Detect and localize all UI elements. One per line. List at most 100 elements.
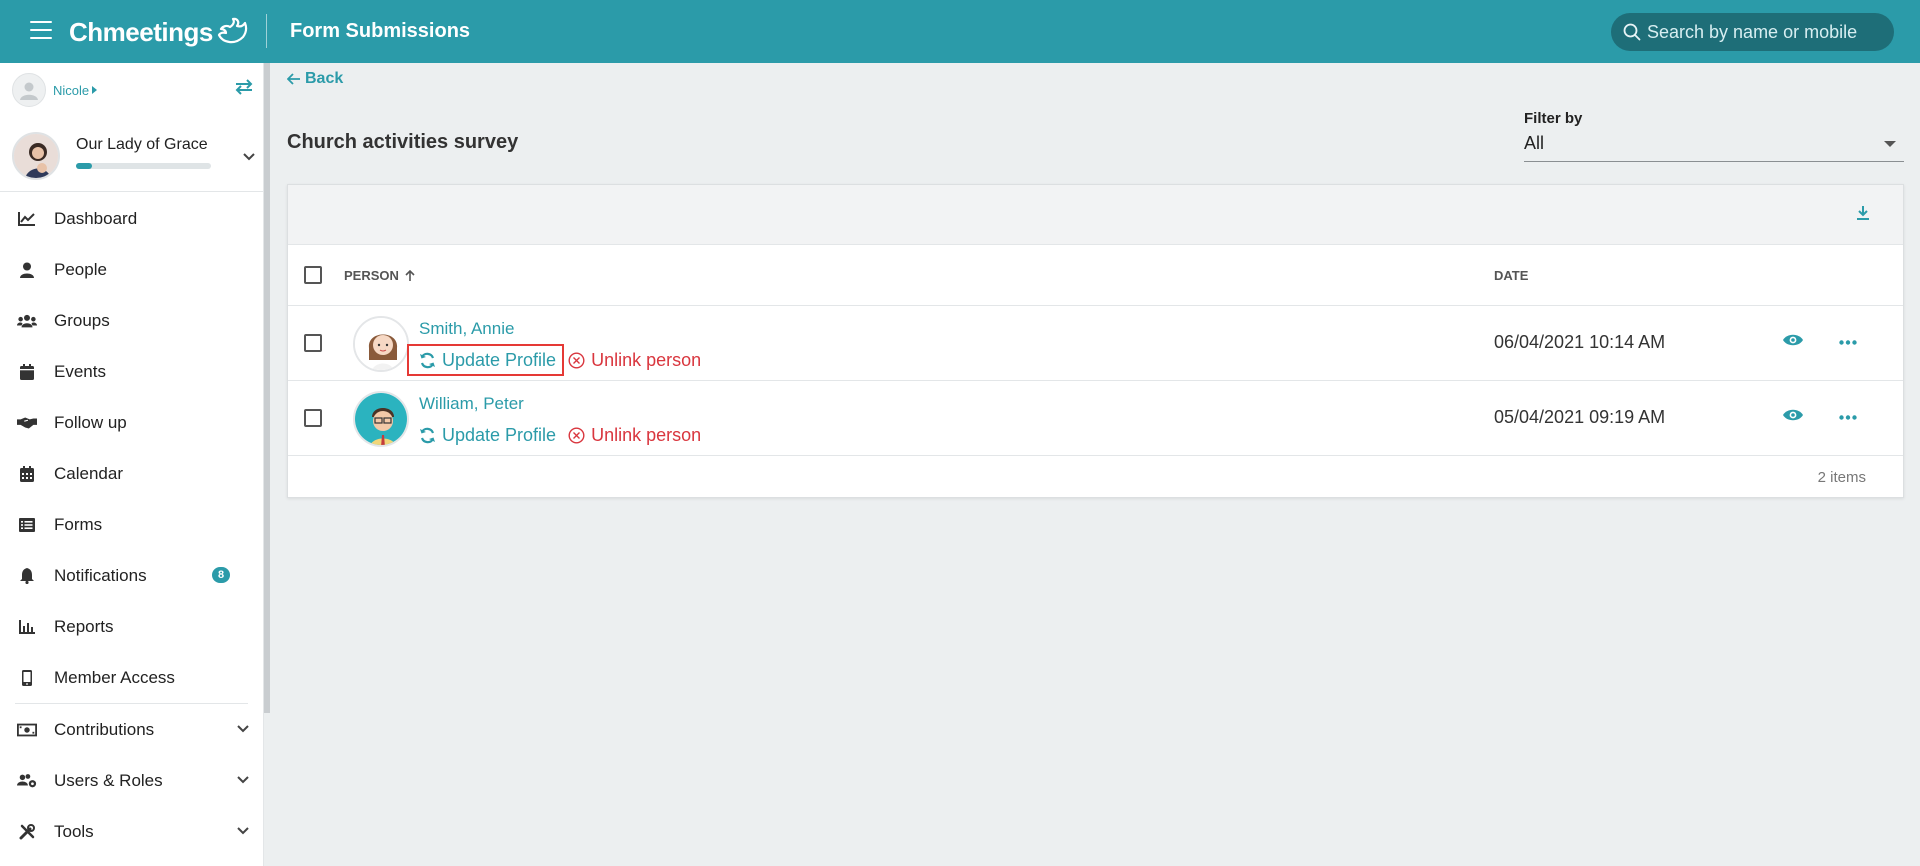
caret-down-icon xyxy=(1884,141,1896,147)
sidebar-item-label: Dashboard xyxy=(54,208,138,228)
swap-arrows-icon[interactable] xyxy=(234,79,254,95)
tools-icon xyxy=(17,822,37,842)
search-box[interactable] xyxy=(1611,13,1894,51)
sidebar-item-follow-up[interactable]: Follow up xyxy=(0,397,264,448)
user-name[interactable]: Nicole xyxy=(53,83,89,98)
handshake-icon xyxy=(17,413,37,433)
chevron-down-icon xyxy=(237,827,249,835)
select-all-checkbox[interactable] xyxy=(304,266,322,284)
back-label: Back xyxy=(305,70,344,87)
chevron-down-icon xyxy=(237,725,249,733)
sidebar-item-label: Groups xyxy=(54,310,110,330)
sidebar-item-forms[interactable]: Forms xyxy=(0,499,264,550)
table-row: Smith, Annie Update Profile Unlink perso… xyxy=(288,306,1903,381)
person-header-label: PERSON xyxy=(344,268,399,283)
users-icon xyxy=(17,311,37,331)
bell-icon xyxy=(17,566,37,586)
download-icon[interactable] xyxy=(1856,205,1870,221)
sidebar-item-label: Reports xyxy=(54,616,114,636)
unlink-person-button[interactable]: Unlink person xyxy=(568,425,701,446)
row-checkbox[interactable] xyxy=(304,334,322,352)
avatar[interactable] xyxy=(353,391,409,447)
sidebar-item-tools[interactable]: Tools xyxy=(0,806,264,857)
users-cog-icon xyxy=(17,771,37,791)
table-row: William, Peter Update Profile Unlink per… xyxy=(288,381,1903,456)
row-checkbox[interactable] xyxy=(304,409,322,427)
brand-logo[interactable]: Chmeetings xyxy=(69,12,249,52)
column-header-date[interactable]: DATE xyxy=(1494,268,1528,283)
sidebar-menu: Dashboard People Groups Events Follow up… xyxy=(0,193,264,857)
sidebar-item-reports[interactable]: Reports xyxy=(0,601,264,652)
filter-value: All xyxy=(1524,133,1545,153)
sidebar-item-label: Contributions xyxy=(54,719,155,739)
sidebar-item-people[interactable]: People xyxy=(0,244,264,295)
refresh-icon xyxy=(420,352,435,368)
church-selector[interactable]: Our Lady of Grace xyxy=(12,132,260,180)
chevron-down-icon[interactable] xyxy=(242,152,256,162)
submissions-table: PERSON DATE Smith, Annie Update Profile … xyxy=(287,184,1904,498)
sidebar-item-label: Users & Roles xyxy=(54,770,163,790)
close-circle-icon xyxy=(568,426,585,444)
update-profile-button[interactable]: Update Profile xyxy=(406,344,565,376)
user-switcher[interactable]: Nicole xyxy=(12,73,98,107)
unlink-person-button[interactable]: Unlink person xyxy=(568,350,701,371)
sidebar-item-events[interactable]: Events xyxy=(0,346,264,397)
person-name-link[interactable]: William, Peter xyxy=(419,394,524,414)
filter-label: Filter by xyxy=(1524,110,1583,127)
church-progress-bar xyxy=(76,163,211,169)
update-profile-label: Update Profile xyxy=(442,349,557,370)
unlink-person-label: Unlink person xyxy=(591,349,702,370)
church-name: Our Lady of Grace xyxy=(76,136,208,153)
submission-date: 05/04/2021 09:19 AM xyxy=(1494,407,1666,427)
back-link[interactable]: Back xyxy=(287,70,343,88)
sidebar-item-label: Forms xyxy=(54,514,103,534)
person-name-link[interactable]: Smith, Annie xyxy=(419,319,514,339)
close-circle-icon xyxy=(568,351,585,369)
church-progress-fill xyxy=(76,163,93,169)
mobile-icon xyxy=(17,668,37,688)
sidebar-item-label: Calendar xyxy=(54,463,123,483)
user-avatar-icon xyxy=(12,73,46,107)
table-toolbar xyxy=(288,185,1903,245)
chart-line-icon xyxy=(17,209,37,229)
notifications-badge: 8 xyxy=(212,567,231,583)
eye-icon[interactable] xyxy=(1782,333,1804,347)
sidebar-item-dashboard[interactable]: Dashboard xyxy=(0,193,264,244)
sidebar-item-notifications[interactable]: Notifications 8 xyxy=(0,550,264,601)
sidebar-item-label: People xyxy=(54,259,107,279)
submission-date: 06/04/2021 10:14 AM xyxy=(1494,332,1666,352)
caret-right-icon xyxy=(92,86,98,94)
items-count: 2 items xyxy=(1817,469,1866,486)
eye-icon[interactable] xyxy=(1782,408,1804,422)
page-title: Form Submissions xyxy=(290,20,471,42)
arrow-left-icon xyxy=(287,73,300,85)
column-header-person[interactable]: PERSON xyxy=(344,268,415,283)
sidebar-separator xyxy=(0,191,264,192)
sidebar-item-label: Notifications xyxy=(54,565,147,585)
sidebar-item-calendar[interactable]: Calendar xyxy=(0,448,264,499)
update-profile-button[interactable]: Update Profile xyxy=(417,421,562,449)
sidebar-scrollbar[interactable] xyxy=(264,63,270,713)
sidebar-item-label: Member Access xyxy=(54,667,175,687)
filter-select[interactable]: All xyxy=(1524,130,1904,162)
brand-name: Chmeetings xyxy=(69,16,213,47)
table-header: PERSON DATE xyxy=(288,245,1903,306)
sidebar-item-member-access[interactable]: Member Access xyxy=(0,652,264,703)
money-icon xyxy=(17,720,37,740)
unlink-person-label: Unlink person xyxy=(591,424,702,445)
form-title: Church activities survey xyxy=(287,131,519,153)
avatar[interactable] xyxy=(353,316,409,372)
search-input[interactable] xyxy=(1647,21,1887,43)
sidebar-item-users-roles[interactable]: Users & Roles xyxy=(0,755,264,806)
sidebar-item-label: Events xyxy=(54,361,106,381)
chevron-down-icon xyxy=(237,776,249,784)
more-options-icon[interactable] xyxy=(1839,415,1857,420)
sidebar-item-groups[interactable]: Groups xyxy=(0,295,264,346)
more-options-icon[interactable] xyxy=(1839,340,1857,345)
sidebar-item-contributions[interactable]: Contributions xyxy=(0,704,264,755)
hamburger-menu-icon[interactable] xyxy=(30,21,52,41)
top-bar: Chmeetings Form Submissions xyxy=(0,0,1920,63)
search-icon xyxy=(1623,23,1641,41)
refresh-icon xyxy=(420,427,435,443)
sidebar-item-label: Follow up xyxy=(54,412,127,432)
